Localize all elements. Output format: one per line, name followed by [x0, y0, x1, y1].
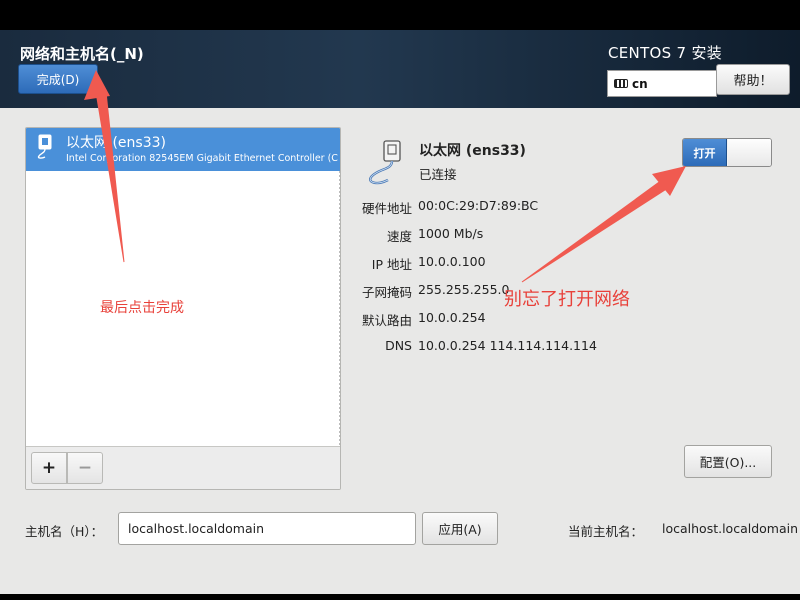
subnet-mask-value: 255.255.255.0 — [418, 282, 510, 297]
device-description: Intel Corporation 82545EM Gigabit Ethern… — [66, 153, 338, 164]
ip-address-label: IP 地址 — [371, 257, 412, 272]
ip-address-value: 10.0.0.100 — [418, 254, 486, 269]
keyboard-layout-indicator[interactable]: cn — [607, 70, 717, 97]
hostname-input[interactable] — [118, 512, 416, 545]
speed-value: 1000 Mb/s — [418, 226, 484, 241]
apply-button[interactable]: 应用(A) — [422, 512, 498, 545]
page-title: 网络和主机名(_N) — [20, 45, 144, 63]
hostname-label: 主机名（H）： — [25, 524, 104, 539]
arrow-to-network-toggle — [521, 166, 686, 283]
device-list-item[interactable]: 以太网 (ens33) Intel Corporation 82545EM Gi… — [26, 128, 340, 171]
annotation-enable-network: 别忘了打开网络 — [504, 289, 630, 310]
current-hostname-label: 当前主机名： — [568, 524, 644, 539]
device-detail-name: 以太网 (ens33) — [419, 143, 526, 159]
done-button[interactable]: 完成(D) — [18, 64, 98, 94]
hardware-address-label: 硬件地址 — [361, 201, 412, 216]
device-name: 以太网 (ens33) — [66, 135, 166, 151]
hardware-address-value: 00:0C:29:D7:89:BC — [418, 198, 539, 213]
product-title: CENTOS 7 安装 — [608, 44, 723, 62]
configure-button[interactable]: 配置(O)... — [684, 445, 772, 478]
bottom-bar — [0, 594, 800, 600]
current-hostname-value: localhost.localdomain — [662, 521, 799, 536]
top-bar — [0, 0, 800, 30]
keyboard-icon — [614, 79, 628, 88]
toggle-knob[interactable] — [728, 139, 771, 166]
subnet-mask-label: 子网掩码 — [361, 285, 412, 300]
list-divider — [339, 171, 340, 446]
device-list-toolbar: + − — [26, 447, 340, 489]
connection-status: 已连接 — [419, 167, 457, 182]
dns-label: DNS — [385, 338, 412, 353]
spoke-header: 网络和主机名(_N) 完成(D) CENTOS 7 安装 cn 帮助！ — [0, 30, 800, 108]
ethernet-icon — [37, 134, 52, 159]
remove-device-button[interactable]: − — [67, 452, 103, 484]
default-route-label: 默认路由 — [361, 313, 412, 328]
default-route-value: 10.0.0.254 — [418, 310, 486, 325]
keyboard-layout-label: cn — [632, 76, 648, 91]
toggle-on-label: 打开 — [683, 139, 727, 166]
network-toggle[interactable]: 打开 — [682, 138, 772, 167]
ethernet-icon — [369, 140, 401, 185]
speed-label: 速度 — [386, 229, 412, 244]
dns-value: 10.0.0.254 114.114.114.114 — [418, 338, 597, 353]
add-device-button[interactable]: + — [31, 452, 67, 484]
annotation-finish: 最后点击完成 — [100, 300, 184, 316]
help-button[interactable]: 帮助！ — [716, 64, 790, 95]
